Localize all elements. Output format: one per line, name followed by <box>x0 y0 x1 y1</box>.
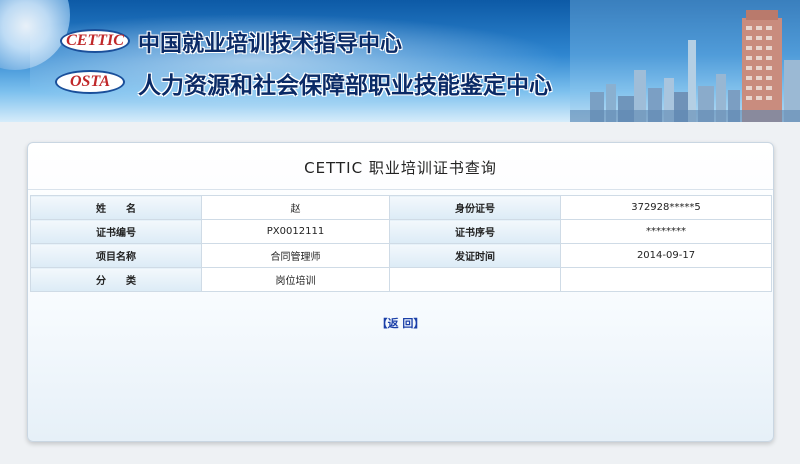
certificate-number-value: PX0012111 <box>201 219 390 244</box>
id-number-value: 372928*****5 <box>560 195 772 220</box>
certificate-serial-label: 证书序号 <box>389 219 561 244</box>
name-label: 姓 名 <box>30 195 202 220</box>
id-number-label: 身份证号 <box>389 195 561 220</box>
name-value: 赵 <box>201 195 390 220</box>
city-skyline-image <box>570 0 800 122</box>
empty-cell <box>560 267 772 292</box>
osta-logo: OSTA <box>55 70 125 94</box>
header-banner: CETTIC 中国就业培训技术指导中心 OSTA 人力资源和社会保障部职业技能鉴… <box>0 0 800 122</box>
certificate-number-label: 证书编号 <box>30 219 202 244</box>
certificate-query-panel: CETTIC 职业培训证书查询 姓 名 赵 身份证号 372928*****5 … <box>27 142 774 442</box>
org-title-cettic: 中国就业培训技术指导中心 <box>138 32 403 57</box>
org-title-osta: 人力资源和社会保障部职业技能鉴定中心 <box>138 73 552 99</box>
project-name-label: 项目名称 <box>30 243 202 268</box>
table-row: 姓 名 赵 身份证号 372928*****5 <box>30 195 772 220</box>
back-link[interactable]: 【返 回】 <box>377 317 425 330</box>
back-link-container: 【返 回】 <box>28 315 773 331</box>
page-title: CETTIC 职业培训证书查询 <box>28 143 773 190</box>
certificate-serial-value: ******** <box>560 219 772 244</box>
issue-date-label: 发证时间 <box>389 243 561 268</box>
table-row: 证书编号 PX0012111 证书序号 ******** <box>30 219 772 244</box>
empty-cell <box>389 267 561 292</box>
category-label: 分 类 <box>30 267 202 292</box>
table-row: 项目名称 合同管理师 发证时间 2014-09-17 <box>30 243 772 268</box>
project-name-value: 合同管理师 <box>201 243 390 268</box>
certificate-info-table: 姓 名 赵 身份证号 372928*****5 证书编号 PX0012111 证… <box>30 195 772 292</box>
cettic-logo: CETTIC <box>60 29 130 53</box>
table-row: 分 类 岗位培训 <box>30 267 772 292</box>
category-value: 岗位培训 <box>201 267 390 292</box>
issue-date-value: 2014-09-17 <box>560 243 772 268</box>
